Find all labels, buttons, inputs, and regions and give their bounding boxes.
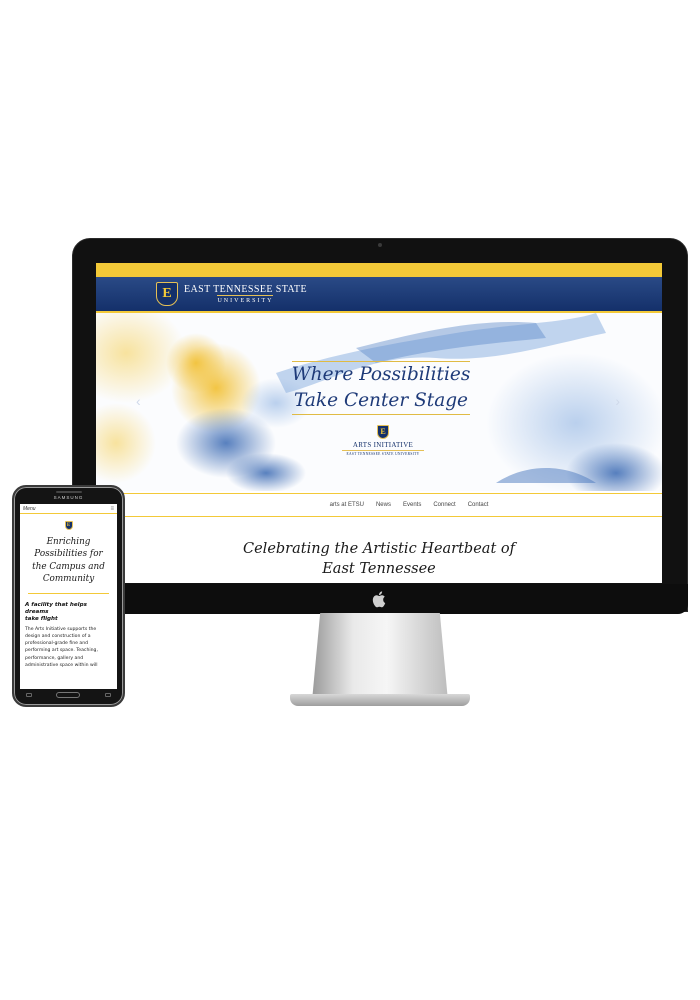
- shield-logo-icon: E: [156, 282, 178, 306]
- site-nav: arts at ETSU News Events Connect Contact: [96, 493, 662, 517]
- phone-subheading-line: take flight: [25, 616, 58, 623]
- phone-body-line: performance, gallery and: [25, 655, 84, 661]
- phone-body-line: design and construction of a: [25, 634, 91, 640]
- subheading-line2: East Tennessee: [322, 561, 436, 577]
- hero-headline-line1: Where Possibilities: [291, 364, 471, 385]
- carousel-next-icon[interactable]: ›: [615, 393, 620, 409]
- site-subheading: Celebrating the Artistic Heartbeat of Ea…: [96, 539, 662, 579]
- phone-body-line: The Arts Initiative supports the: [25, 626, 97, 632]
- logo-university: UNIVERSITY: [217, 294, 274, 305]
- logo-text: EAST TENNESSEE STATE UNIVERSITY: [184, 284, 307, 305]
- arts-initiative-logo: E ARTS INITIATIVE EAST TENNESSEE STATE U…: [342, 425, 424, 456]
- hero-headline-line2: Take Center Stage: [293, 390, 469, 411]
- arts-initiative-name: ARTS INITIATIVE: [342, 441, 424, 451]
- site-top-bar: [96, 263, 662, 277]
- logo-name: EAST TENNESSEE STATE: [184, 283, 307, 295]
- phone-body-line: administrative space within will: [25, 662, 98, 668]
- nav-contact[interactable]: Contact: [468, 502, 489, 508]
- site-header: E EAST TENNESSEE STATE UNIVERSITY: [96, 277, 662, 313]
- phone-body-line: performing art space. Teaching,: [25, 648, 98, 654]
- phone-body-text: The Arts Initiative supports the design …: [20, 624, 117, 669]
- desktop-screen: E EAST TENNESSEE STATE UNIVERSITY ‹ › Wh…: [96, 263, 662, 583]
- shield-logo-icon: E: [377, 425, 389, 439]
- nav-arts-at-etsu[interactable]: arts at ETSU: [330, 502, 364, 508]
- carousel-prev-icon[interactable]: ‹: [136, 393, 141, 409]
- phone-headline: Enriching Possibilities for the Campus a…: [20, 536, 117, 586]
- phone-divider: [28, 592, 109, 594]
- phone-softkeys: [14, 692, 123, 698]
- nav-news[interactable]: News: [376, 502, 391, 508]
- back-icon[interactable]: [104, 693, 111, 697]
- nav-connect[interactable]: Connect: [433, 502, 455, 508]
- phone-headline-line: the Campus and: [32, 561, 105, 572]
- phone-brand: SAMSUNG: [53, 495, 84, 500]
- hero-title: Where Possibilities Take Center Stage: [286, 361, 476, 415]
- phone-menu-link[interactable]: Menu: [23, 506, 36, 512]
- phone-subheading-line: A facility that helps dreams: [25, 601, 87, 616]
- hero-banner: ‹ › Where Possibilities Take Center Stag…: [96, 313, 662, 491]
- phone-headline-line: Community: [42, 574, 95, 585]
- subheading-line1: Celebrating the Artistic Heartbeat of: [243, 541, 515, 557]
- nav-events[interactable]: Events: [403, 502, 421, 508]
- etsu-logo[interactable]: E EAST TENNESSEE STATE UNIVERSITY: [156, 282, 307, 306]
- imac-stand: [312, 613, 448, 701]
- arts-initiative-sub: EAST TENNESSEE STATE UNIVERSITY: [346, 452, 420, 456]
- hamburger-menu-icon[interactable]: ≡: [110, 506, 114, 512]
- phone-subheading: A facility that helps dreams take flight: [20, 602, 117, 624]
- home-button[interactable]: [56, 692, 81, 698]
- imac-chin: [72, 584, 688, 614]
- phone-headline-line: Possibilities for: [34, 549, 103, 560]
- phone-device: SAMSUNG Menu ≡ E Enriching Possibilities…: [12, 485, 125, 707]
- phone-topbar: Menu ≡: [20, 504, 117, 514]
- phone-screen: Menu ≡ E Enriching Possibilities for the…: [20, 504, 117, 689]
- apple-logo-icon: [372, 591, 386, 608]
- phone-headline-line: Enriching: [46, 537, 91, 547]
- hero-rule-bottom: [292, 414, 470, 415]
- phone-speaker: [56, 491, 82, 493]
- recent-apps-icon[interactable]: [26, 693, 33, 697]
- phone-body-line: professional-grade fine and: [25, 641, 89, 647]
- shield-logo-icon: E: [64, 521, 73, 530]
- camera-icon: [378, 243, 382, 247]
- imac-base: [290, 694, 470, 706]
